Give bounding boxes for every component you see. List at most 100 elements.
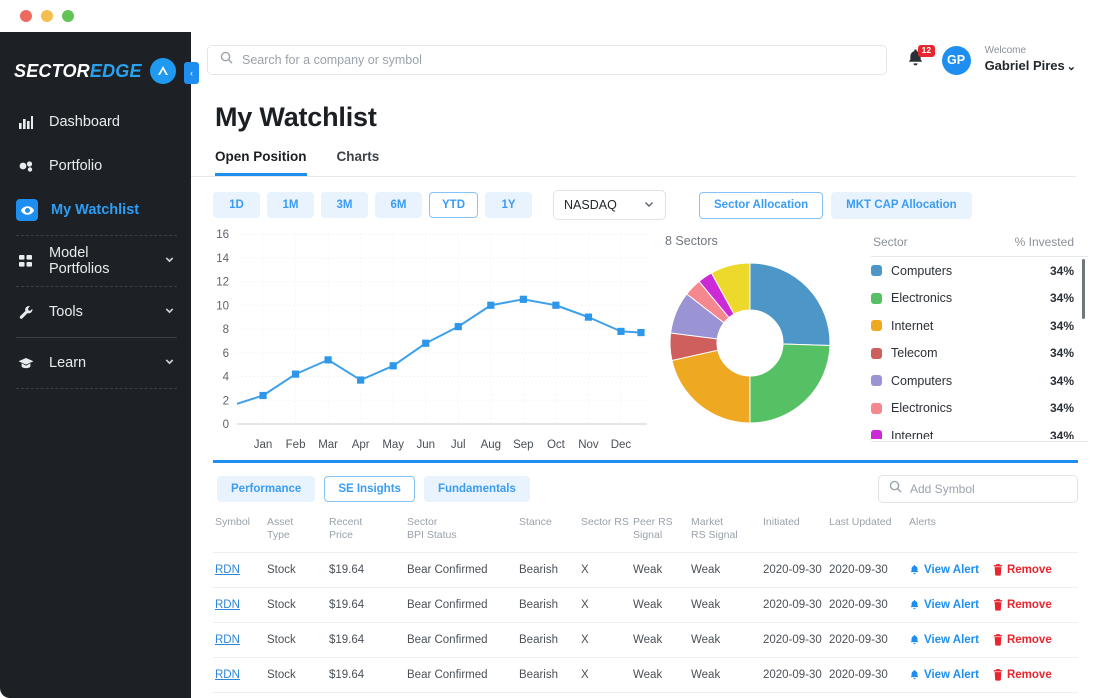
search-icon xyxy=(220,51,233,69)
sidebar-item-label: My Watchlist xyxy=(51,202,140,218)
cell-symbol[interactable]: RDN xyxy=(213,657,265,693)
add-symbol-input[interactable]: Add Symbol xyxy=(878,475,1078,503)
chart-bars-icon xyxy=(16,112,36,132)
view-alert-button[interactable]: View Alert xyxy=(909,599,979,611)
legend-row[interactable]: Computers 34% xyxy=(871,367,1088,395)
notifications-button[interactable]: 12 xyxy=(904,45,935,73)
legend-row[interactable]: Internet 34% xyxy=(871,312,1088,340)
sidebar-item-tools[interactable]: Tools xyxy=(0,290,191,334)
sidebar-item-label: Dashboard xyxy=(49,114,120,130)
table-row[interactable]: RDNStock$19.64Bear ConfirmedBearishXWeak… xyxy=(213,692,1078,698)
user-menu[interactable]: Welcome Gabriel Pires ⌄ xyxy=(985,45,1076,74)
cell-sector-bpi-status: Bear Confirmed xyxy=(405,657,517,693)
legend-scrollbar[interactable] xyxy=(1082,259,1085,319)
sidebar-item-dashboard[interactable]: Dashboard xyxy=(0,100,191,144)
sidebar-collapse-button[interactable]: ‹ xyxy=(184,62,199,84)
allocation-tab-mktcap[interactable]: MKT CAP Allocation xyxy=(831,191,972,219)
chevron-down-icon xyxy=(643,198,655,213)
range-pill-3m[interactable]: 3M xyxy=(321,192,368,218)
app-logo[interactable]: SECTOREDGE xyxy=(0,32,191,92)
range-pill-1m[interactable]: 1M xyxy=(267,192,314,218)
table-row[interactable]: RDNStock$19.64Bear ConfirmedBearishXWeak… xyxy=(213,657,1078,693)
cell-last-updated: 2020-09-30 xyxy=(827,622,907,658)
remove-button[interactable]: Remove xyxy=(993,564,1052,576)
legend-percent: 34% xyxy=(1049,401,1074,416)
user-name-text: Gabriel Pires xyxy=(984,57,1065,73)
view-alert-label: View Alert xyxy=(924,669,979,682)
svg-text:Dec: Dec xyxy=(611,439,632,451)
subtab-se-insights[interactable]: SE Insights xyxy=(324,476,415,502)
table-row[interactable]: RDNStock$19.64Bear ConfirmedBearishXWeak… xyxy=(213,587,1078,623)
cell-sector-bpi-status: Bear Confirmed xyxy=(405,692,517,698)
exchange-select[interactable]: NASDAQ xyxy=(553,190,666,220)
donut-chart: 8 Sectors xyxy=(651,228,861,452)
range-pill-6m[interactable]: 6M xyxy=(375,192,422,218)
view-alert-button[interactable]: View Alert xyxy=(909,634,979,646)
subtab-fundamentals[interactable]: Fundamentals xyxy=(423,476,530,502)
cell-asset-type: Stock xyxy=(265,692,327,698)
bell-icon xyxy=(910,600,919,610)
cell-sector-bpi-status: Bear Confirmed xyxy=(405,587,517,623)
legend-percent: 34% xyxy=(1049,373,1074,388)
remove-button[interactable]: Remove xyxy=(993,669,1052,681)
table-header-row: Symbol Asset Type Recent Price Sector BPI Stat… xyxy=(213,512,1078,553)
legend-swatch xyxy=(871,430,882,439)
sidebar-item-learn[interactable]: Learn xyxy=(0,341,191,385)
cell-symbol[interactable]: RDN xyxy=(213,587,265,623)
tab-open-position[interactable]: Open Position xyxy=(215,149,307,176)
svg-text:May: May xyxy=(382,439,404,451)
cell-symbol[interactable]: RDN xyxy=(213,552,265,588)
symbol-link[interactable]: RDN xyxy=(215,599,240,611)
range-pill-1y[interactable]: 1Y xyxy=(485,192,532,218)
window-close-button[interactable] xyxy=(20,10,32,22)
range-pill-1d[interactable]: 1D xyxy=(213,192,260,218)
symbol-link[interactable]: RDN xyxy=(215,564,240,576)
sidebar-item-model-portfolios[interactable]: Model Portfolios xyxy=(0,239,191,283)
window-minimize-button[interactable] xyxy=(41,10,53,22)
allocation-tab-sector[interactable]: Sector Allocation xyxy=(699,191,824,219)
svg-text:Jun: Jun xyxy=(416,439,435,451)
cell-symbol[interactable]: RDN xyxy=(213,692,265,698)
donut-slice[interactable] xyxy=(749,262,831,347)
cell-alerts: View Alert Remove xyxy=(907,587,1078,623)
donut-slice[interactable] xyxy=(671,349,751,424)
table-row[interactable]: RDNStock$19.64Bear ConfirmedBearishXWeak… xyxy=(213,622,1078,658)
view-alert-button[interactable]: View Alert xyxy=(909,564,979,576)
legend-row[interactable]: Electronics 34% xyxy=(871,285,1088,313)
range-pill-ytd[interactable]: YTD xyxy=(429,192,478,218)
watchlist-table: Symbol Asset Type Recent Price Sector BPI Stat… xyxy=(213,512,1078,698)
tab-charts[interactable]: Charts xyxy=(337,149,380,176)
cell-initiated: 2020-09-30 xyxy=(761,692,827,698)
cell-alerts: View Alert Remove xyxy=(907,622,1078,658)
avatar[interactable]: GP xyxy=(941,45,971,75)
legend-row[interactable]: Telecom 34% xyxy=(871,340,1088,368)
cell-symbol[interactable]: RDN xyxy=(213,622,265,658)
cell-last-updated: 2020-09-30 xyxy=(827,587,907,623)
global-search[interactable]: Search for a company or symbol xyxy=(207,45,887,75)
donut-slice[interactable] xyxy=(749,343,831,424)
welcome-label: Welcome xyxy=(984,45,1027,57)
chevron-down-icon: ⌄ xyxy=(1066,60,1076,73)
sidebar-divider xyxy=(16,337,177,338)
subtab-performance[interactable]: Performance xyxy=(217,476,316,502)
table-column-header: Initiated xyxy=(763,516,800,528)
legend-row[interactable]: Computers 34% xyxy=(871,257,1088,285)
sidebar-item-my-watchlist[interactable]: My Watchlist xyxy=(0,188,191,232)
view-alert-label: View Alert xyxy=(924,634,979,647)
symbol-link[interactable]: RDN xyxy=(215,669,240,681)
cell-last-updated: 2020-09-30 xyxy=(827,692,907,698)
legend-list[interactable]: Computers 34% Electronics 34% Internet 34% Tel… xyxy=(871,257,1088,439)
sidebar-divider xyxy=(16,388,177,389)
sidebar-divider xyxy=(16,235,177,236)
remove-button[interactable]: Remove xyxy=(993,634,1052,646)
sidebar-item-portfolio[interactable]: Portfolio xyxy=(0,144,191,188)
legend-col-invested: % Invested xyxy=(1014,235,1074,249)
legend-row[interactable]: Electronics 34% xyxy=(871,395,1088,423)
remove-button[interactable]: Remove xyxy=(993,599,1052,611)
view-alert-button[interactable]: View Alert xyxy=(909,669,979,681)
symbol-link[interactable]: RDN xyxy=(215,634,240,646)
line-chart: 0 2 4 6 8 10 12 14 16 Jan Feb Mar Apr May Jun Jul Aug Sep… xyxy=(191,228,651,452)
window-maximize-button[interactable] xyxy=(62,10,74,22)
table-row[interactable]: RDNStock$19.64Bear ConfirmedBearishXWeak… xyxy=(213,552,1078,588)
legend-row[interactable]: Internet 34% xyxy=(871,422,1088,439)
